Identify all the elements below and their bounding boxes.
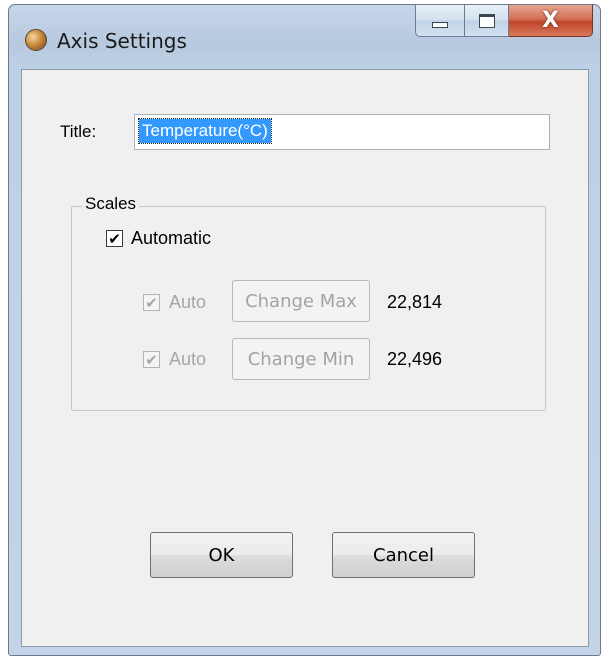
check-icon: ✔	[145, 350, 158, 369]
min-auto-label: Auto	[169, 349, 207, 369]
title-field-label: Title:	[60, 122, 97, 141]
maximize-icon	[478, 13, 495, 28]
title-field-selected-text: Temperature(°C)	[138, 118, 272, 144]
max-auto-checkbox[interactable]: ✔	[143, 293, 160, 312]
close-button[interactable]: X	[509, 5, 593, 37]
dialog-body: Title: Temperature(°C) Scales ✔ Automati…	[21, 69, 589, 647]
title-field[interactable]: Temperature(°C)	[134, 114, 550, 150]
check-icon: ✔	[108, 229, 121, 248]
cancel-button[interactable]: Cancel	[332, 532, 475, 578]
window-title: Axis Settings	[57, 29, 187, 53]
automatic-label: Automatic	[131, 228, 212, 248]
title-bar[interactable]: Axis Settings X	[9, 5, 600, 71]
close-icon: X	[542, 8, 559, 33]
ok-button[interactable]: OK	[150, 532, 293, 578]
max-value: 22,814	[387, 292, 443, 312]
automatic-checkbox[interactable]: ✔	[106, 229, 123, 248]
app-globe-icon	[25, 29, 47, 51]
minimize-icon	[432, 21, 448, 28]
scales-group-label: Scales	[82, 194, 140, 214]
maximize-button[interactable]	[465, 5, 509, 37]
max-auto-label: Auto	[169, 292, 207, 312]
axis-settings-window: Axis Settings X Title: Temperature(°C) S…	[8, 4, 601, 656]
change-max-button[interactable]: Change Max	[232, 280, 370, 322]
check-icon: ✔	[145, 293, 158, 312]
minimize-button[interactable]	[415, 5, 465, 37]
caption-buttons: X	[415, 5, 593, 37]
min-auto-checkbox[interactable]: ✔	[143, 350, 160, 369]
change-min-button[interactable]: Change Min	[232, 338, 370, 380]
min-value: 22,496	[387, 349, 443, 369]
